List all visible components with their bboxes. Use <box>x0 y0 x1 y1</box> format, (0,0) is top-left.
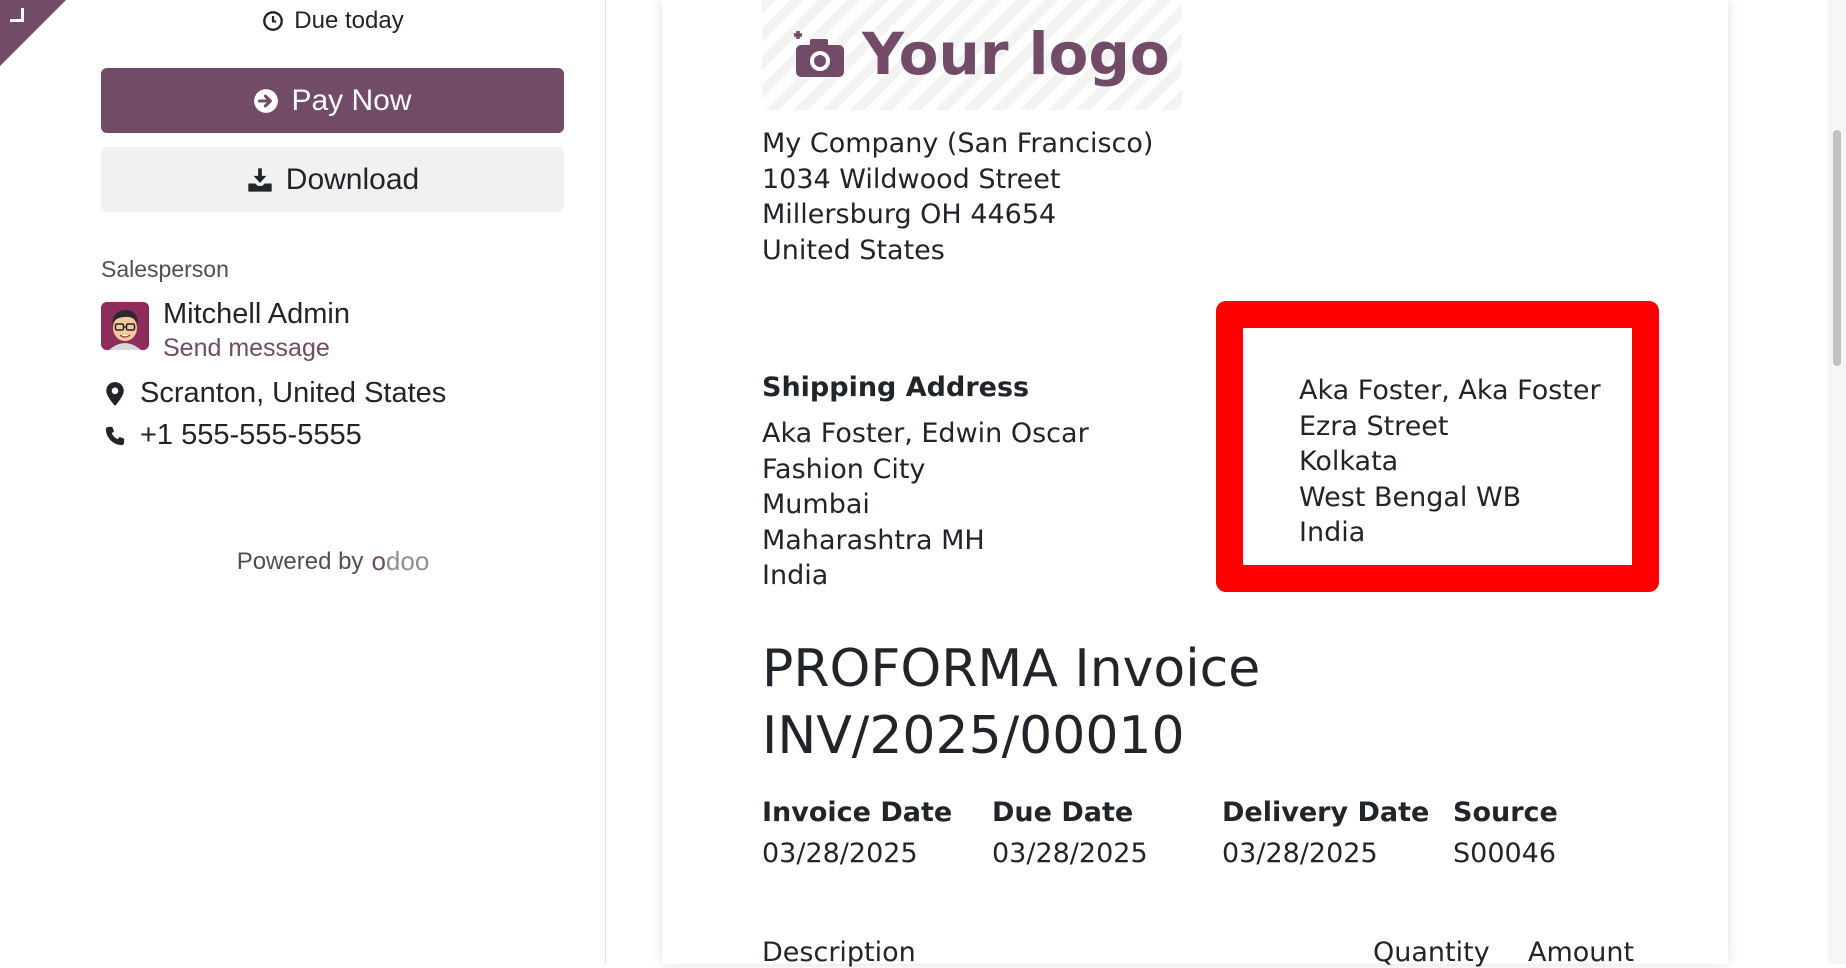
phone-text: +1 555-555-5555 <box>140 419 362 451</box>
salesperson-location: Scranton, United States <box>104 377 446 410</box>
meta-label: Source <box>1453 797 1558 828</box>
company-address: My Company (San Francisco) 1034 Wildwood… <box>762 126 1153 268</box>
location-text: Scranton, United States <box>140 377 447 409</box>
table-header-amount: Amount <box>1528 937 1635 968</box>
billing-line: Kolkata <box>1299 446 1399 477</box>
table-header-quantity: Quantity <box>1373 937 1490 968</box>
invoice-title-line1: PROFORMA Invoice <box>762 639 1261 699</box>
meta-label: Invoice Date <box>762 797 953 828</box>
page-scrollbar[interactable] <box>1828 0 1846 964</box>
shipping-line: Maharashtra MH <box>762 524 985 556</box>
odoo-logo: odoo <box>371 546 430 576</box>
avatar <box>101 302 149 350</box>
portal-sidebar: Due today Pay Now Download Salesperson M… <box>0 0 606 964</box>
salesperson-label: Salesperson <box>101 256 229 282</box>
meta-value: 03/28/2025 <box>762 838 918 869</box>
billing-line: India <box>1299 517 1366 548</box>
meta-value: 03/28/2025 <box>992 838 1148 869</box>
invoice-number: INV/2025/00010 <box>762 706 1185 766</box>
meta-label: Due Date <box>992 797 1134 828</box>
shipping-line: Aka Foster, Edwin Oscar <box>762 418 1089 449</box>
arrow-circle-right-icon <box>254 88 279 113</box>
salesperson-name: Mitchell Admin <box>163 298 350 330</box>
scrollbar-thumb[interactable] <box>1833 130 1841 366</box>
billing-line: Ezra Street <box>1299 410 1449 442</box>
collapse-corner-icon[interactable] <box>10 8 24 22</box>
logo-text: Your logo <box>862 20 1170 88</box>
meta-value: S00046 <box>1453 838 1557 869</box>
due-status: Due today <box>101 6 565 36</box>
company-line: 1034 Wildwood Street <box>762 163 1061 195</box>
pay-now-button[interactable]: Pay Now <box>101 68 564 133</box>
map-marker-icon <box>106 381 124 406</box>
shipping-address: Aka Foster, Edwin Oscar Fashion City Mum… <box>762 416 1089 594</box>
due-date-field: Due Date 03/28/2025 <box>992 797 1148 869</box>
meta-label: Delivery Date <box>1222 797 1430 828</box>
shipping-line: India <box>762 560 829 591</box>
company-logo-placeholder: Your logo <box>762 0 1182 110</box>
salesperson-phone: +1 555-555-5555 <box>104 419 362 452</box>
billing-line: West Bengal WB <box>1299 481 1522 513</box>
powered-by[interactable]: Powered by odoo <box>101 546 565 577</box>
due-text: Due today <box>294 7 404 34</box>
company-line: My Company (San Francisco) <box>762 128 1154 159</box>
invoice-date-field: Invoice Date 03/28/2025 <box>762 797 952 869</box>
pay-now-label: Pay Now <box>291 83 412 117</box>
table-header-description: Description <box>762 937 916 968</box>
meta-value: 03/28/2025 <box>1222 838 1378 869</box>
shipping-address-title: Shipping Address <box>762 372 1030 403</box>
company-line: United States <box>762 234 945 266</box>
send-message-link[interactable]: Send message <box>163 334 330 363</box>
invoice-title: PROFORMA Invoice INV/2025/00010 <box>762 636 1260 770</box>
delivery-date-field: Delivery Date 03/28/2025 <box>1222 797 1429 869</box>
clock-icon <box>263 11 284 31</box>
download-icon <box>248 167 272 192</box>
billing-line: Aka Foster, Aka Foster <box>1299 375 1601 406</box>
shipping-line: Mumbai <box>762 489 870 520</box>
phone-icon <box>105 426 125 445</box>
download-label: Download <box>285 162 420 196</box>
camera-plus-icon <box>794 31 844 77</box>
billing-address: Aka Foster, Aka Foster Ezra Street Kolka… <box>1299 373 1601 551</box>
company-line: Millersburg OH 44654 <box>762 199 1057 230</box>
shipping-line: Fashion City <box>762 453 926 485</box>
source-field: Source S00046 <box>1453 797 1558 869</box>
download-button[interactable]: Download <box>101 147 564 212</box>
powered-by-label: Powered by <box>236 547 364 575</box>
